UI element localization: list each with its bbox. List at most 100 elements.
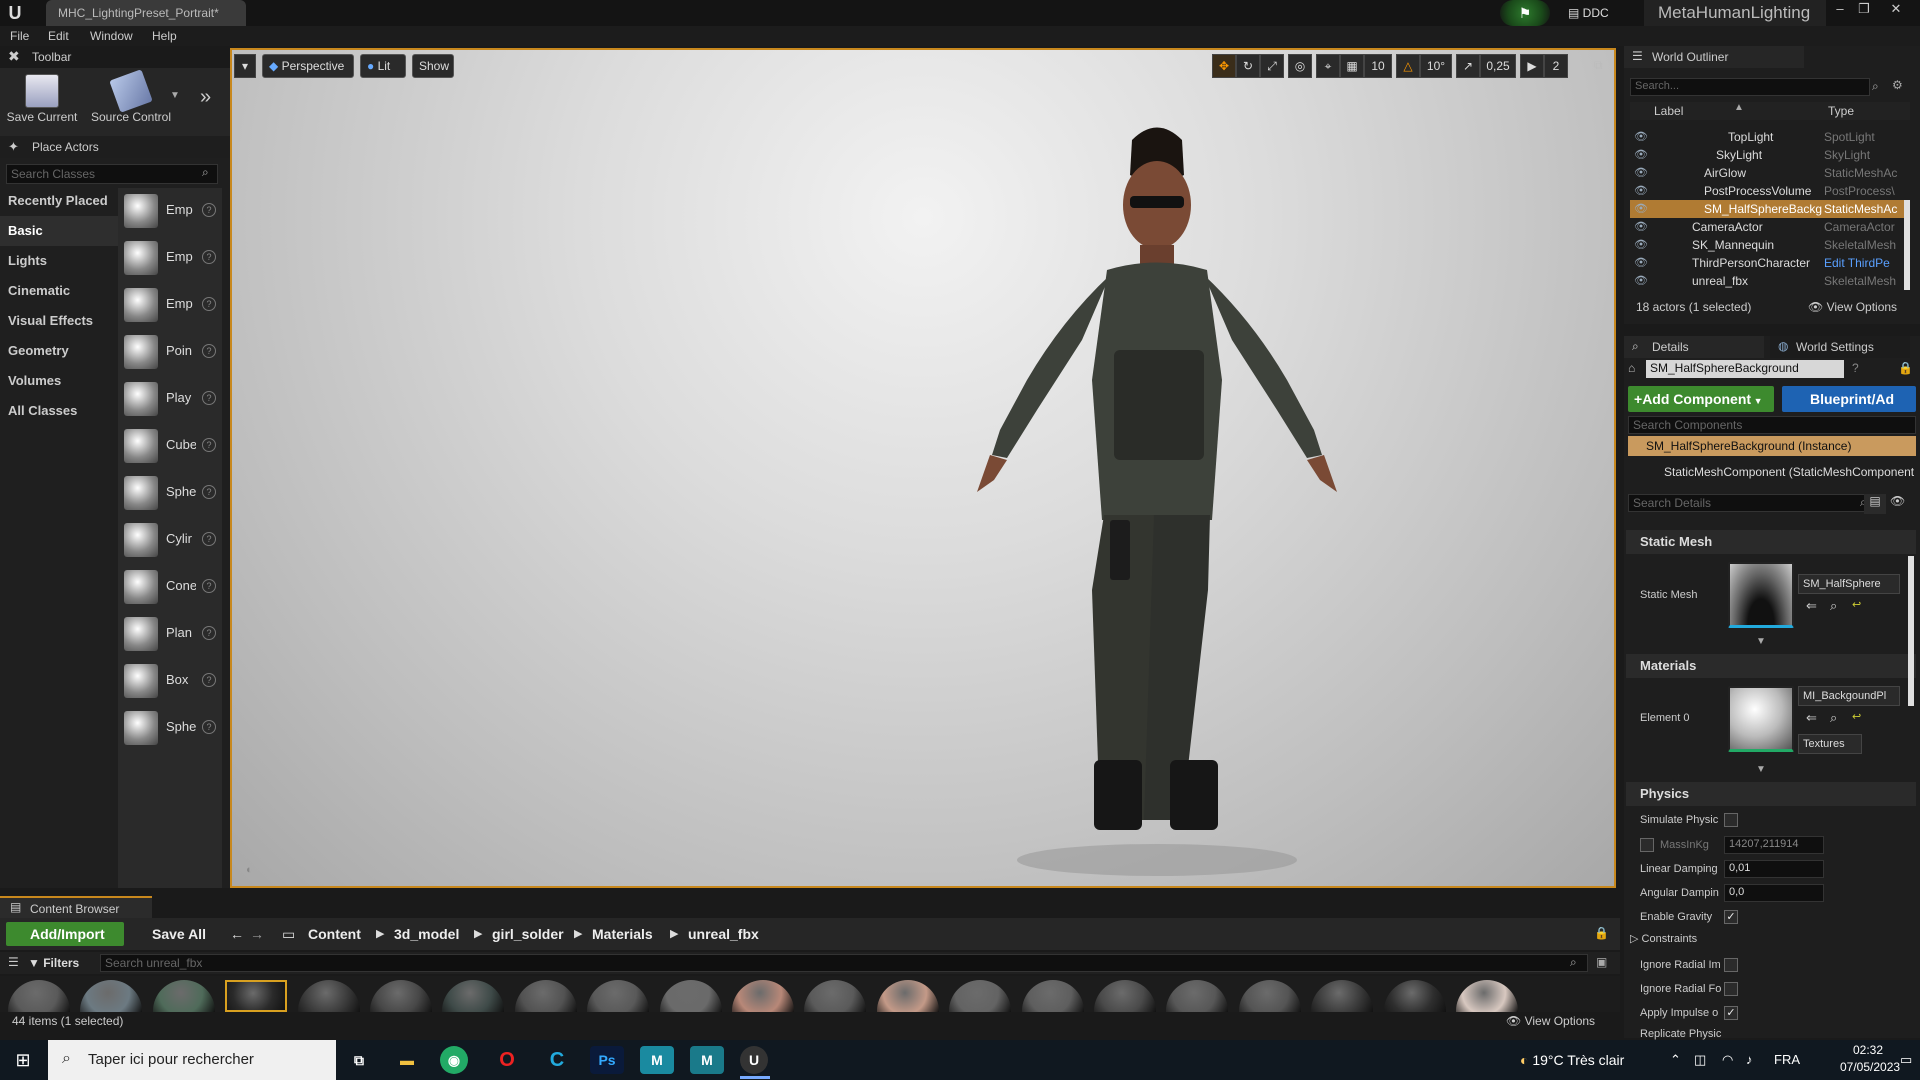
opera-icon[interactable]: O (490, 1046, 524, 1074)
visibility-eye-icon[interactable]: 👁 (1634, 203, 1648, 215)
help-icon[interactable]: ? (202, 344, 216, 358)
toolbar-tab[interactable]: ✖ Toolbar (0, 46, 230, 68)
camera-speed-value[interactable]: 2 (1544, 54, 1568, 78)
ignore-radial-impulse-checkbox[interactable] (1724, 958, 1738, 972)
actor-item[interactable]: Cube? (124, 423, 220, 469)
rotation-snap-icon[interactable]: △ (1396, 54, 1420, 78)
toolbar-more-button[interactable]: » (200, 86, 211, 109)
camera-speed-icon[interactable]: ▶ (1520, 54, 1544, 78)
language-indicator[interactable]: FRA (1774, 1040, 1800, 1080)
perspective-button[interactable]: ◆ Perspective (262, 54, 354, 78)
scale-tool-icon[interactable]: ⤢ (1260, 54, 1284, 78)
visibility-eye-icon[interactable]: 👁 (1634, 131, 1648, 143)
help-icon[interactable]: ? (202, 485, 216, 499)
add-component-button[interactable]: +Add Component ▼ (1628, 386, 1774, 412)
grid-snap-value[interactable]: 10 (1364, 54, 1392, 78)
breadcrumb-separator[interactable]: ▶ (376, 922, 384, 946)
search-details-input[interactable]: Search Details (1628, 494, 1876, 512)
breadcrumb-unreal-fbx[interactable]: unreal_fbx (688, 922, 759, 946)
static-mesh-component-row[interactable]: StaticMeshComponent (StaticMeshComponent (1628, 462, 1920, 482)
show-button[interactable]: Show (412, 54, 454, 78)
start-icon[interactable]: ⊞ (0, 1040, 46, 1080)
task-view-icon[interactable]: ⧉ (342, 1046, 376, 1074)
category-basic[interactable]: Basic (0, 216, 118, 246)
actor-item[interactable]: Emp? (124, 235, 220, 281)
reset-icon[interactable]: ↩ (1852, 598, 1861, 611)
breadcrumb-separator[interactable]: ▶ (474, 922, 482, 946)
sources-toggle-icon[interactable]: ☰ (8, 955, 19, 969)
details-tab[interactable]: ⌕ Details (1624, 336, 1764, 358)
outliner-row[interactable]: 👁 CameraActor CameraActor (1630, 218, 1910, 236)
ddc-indicator[interactable]: ▤ DDC (1568, 2, 1628, 24)
scale-snap-value[interactable]: 0,25 (1480, 54, 1516, 78)
unreal-logo-icon[interactable]: U (4, 2, 26, 24)
actor-name-field[interactable]: SM_HalfSphereBackground (1646, 360, 1844, 378)
constraints-expander[interactable]: ▷ Constraints (1630, 929, 1760, 949)
visibility-eye-icon[interactable]: 👁 (1634, 185, 1648, 197)
help-icon[interactable]: ? (202, 673, 216, 687)
lock-icon[interactable]: 🔒 (1594, 926, 1609, 940)
actor-item[interactable]: Box? (124, 658, 220, 704)
help-icon[interactable]: ? (202, 626, 216, 640)
world-outliner-tab[interactable]: ☰ World Outliner (1624, 46, 1804, 68)
outliner-search-input[interactable]: Search... (1630, 78, 1870, 96)
save-search-icon[interactable]: ▣ (1596, 955, 1607, 969)
column-label[interactable]: Label (1654, 104, 1683, 118)
add-import-button[interactable]: Add/Import (6, 922, 124, 946)
help-icon[interactable]: ? (202, 203, 216, 217)
surface-snap-icon[interactable]: ⌖ (1316, 54, 1340, 78)
world-local-icon[interactable]: ◎ (1288, 54, 1312, 78)
actor-item[interactable]: Sphe? (124, 470, 220, 516)
translate-tool-icon[interactable]: ✥ (1212, 54, 1236, 78)
breadcrumb-separator[interactable]: ▶ (670, 922, 678, 946)
place-actors-tab[interactable]: ✦ Place Actors (0, 136, 230, 158)
static-mesh-thumbnail[interactable] (1728, 562, 1794, 628)
character-model[interactable] (882, 120, 1432, 880)
actor-item[interactable]: Plan? (124, 611, 220, 657)
grid-snap-icon[interactable]: ▦ (1340, 54, 1364, 78)
help-icon[interactable]: ? (202, 297, 216, 311)
category-volumes[interactable]: Volumes (0, 366, 118, 396)
visibility-eye-icon[interactable]: 👁 (1634, 257, 1648, 269)
textures-dropdown[interactable]: Textures (1798, 734, 1862, 754)
reset-icon[interactable]: ↩ (1852, 710, 1861, 723)
use-selected-icon[interactable]: ⇐ (1806, 710, 1817, 726)
visibility-eye-icon[interactable]: 👁 (1634, 239, 1648, 251)
minimize-button[interactable]: ‒ (1828, 0, 1852, 20)
category-lights[interactable]: Lights (0, 246, 118, 276)
help-icon[interactable]: ? (202, 391, 216, 405)
help-icon[interactable]: ? (202, 250, 216, 264)
visibility-eye-icon[interactable]: 👁 (1634, 167, 1648, 179)
materials-section[interactable]: Materials (1626, 654, 1916, 678)
outliner-row[interactable]: 👁 AirGlow StaticMeshAc (1630, 164, 1910, 182)
actor-item[interactable]: Sphe? (124, 705, 220, 751)
use-selected-icon[interactable]: ⇐ (1806, 598, 1817, 614)
scale-snap-icon[interactable]: ↗ (1456, 54, 1480, 78)
lit-button[interactable]: ● Lit (360, 54, 406, 78)
outliner-scrollbar[interactable] (1904, 200, 1910, 290)
outliner-row[interactable]: 👁 ThirdPersonCharacter Edit ThirdPe (1630, 254, 1910, 272)
actor-item[interactable]: Cylir? (124, 517, 220, 563)
save-current-button[interactable]: Save Current (4, 70, 80, 132)
actor-item[interactable]: Emp? (124, 282, 220, 328)
ignore-radial-force-checkbox[interactable] (1724, 982, 1738, 996)
save-all-button[interactable]: Save All (134, 922, 224, 946)
maya-2-icon[interactable]: M (690, 1046, 724, 1074)
search-components-input[interactable]: Search Components (1628, 416, 1916, 434)
clock[interactable]: 02:32 07/05/2023 (1840, 1042, 1900, 1078)
ccleaner-icon[interactable]: C (540, 1046, 574, 1074)
eye-icon[interactable]: 👁 (1890, 494, 1905, 508)
maximize-button[interactable]: ❐ (1852, 0, 1876, 20)
actor-item[interactable]: Cone? (124, 564, 220, 610)
menu-file[interactable]: File (10, 27, 29, 45)
rotation-snap-value[interactable]: 10° (1420, 54, 1452, 78)
taskbar-search[interactable]: Taper ici pour rechercher (48, 1040, 336, 1080)
apply-impulse-checkbox[interactable]: ✓ (1724, 1006, 1738, 1020)
outliner-row[interactable]: 👁 unreal_fbx SkeletalMesh (1630, 272, 1910, 290)
volume-icon[interactable]: ♪ (1746, 1040, 1753, 1080)
search-icon[interactable]: ⌕ (1872, 79, 1879, 94)
mass-override-checkbox[interactable] (1640, 838, 1654, 852)
actor-item[interactable]: Play? (124, 376, 220, 422)
menu-edit[interactable]: Edit (48, 27, 69, 45)
outliner-row[interactable]: 👁 SM_HalfSphereBackg StaticMeshAc (1630, 200, 1910, 218)
